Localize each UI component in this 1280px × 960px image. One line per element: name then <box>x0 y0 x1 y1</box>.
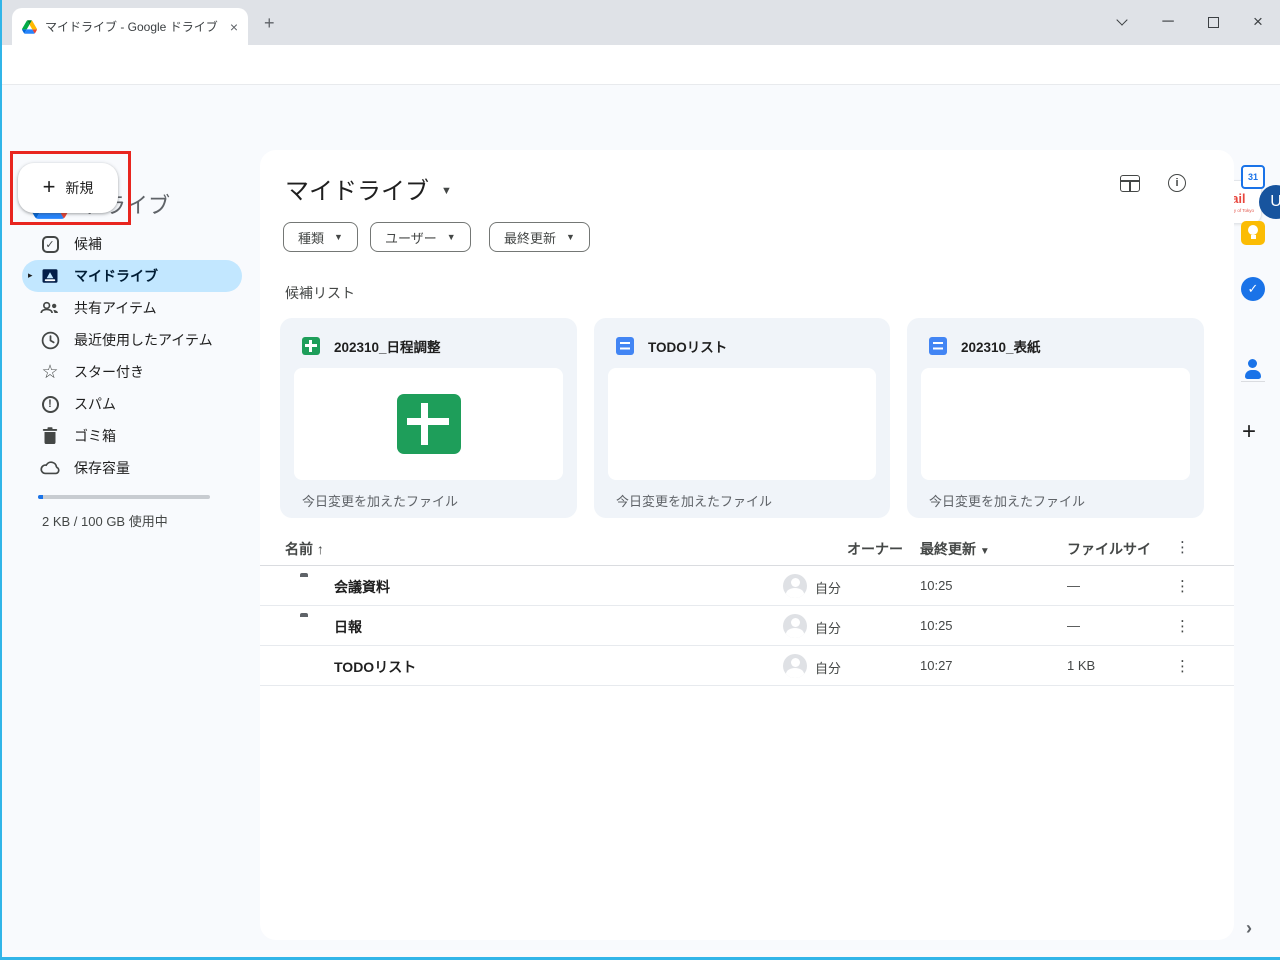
browser-tab[interactable]: マイドライブ - Google ドライブ × <box>12 8 248 45</box>
filter-chip-type[interactable]: 種類▼ <box>283 222 358 252</box>
list-grid-view-toggle-icon[interactable] <box>1120 175 1140 192</box>
chevron-down-icon: ▼ <box>334 232 343 242</box>
drive-favicon-icon <box>22 20 37 34</box>
details-info-icon[interactable]: i <box>1168 174 1186 192</box>
new-tab-button[interactable]: + <box>264 13 275 34</box>
suggestion-card[interactable]: 202310_表紙 今日変更を加えたファイル <box>907 318 1204 518</box>
row-menu-icon[interactable]: ⋮ <box>1175 617 1190 635</box>
red-annotation-box <box>10 151 131 225</box>
tasks-icon[interactable]: ✓ <box>1241 277 1265 301</box>
file-preview <box>608 368 876 480</box>
owner-avatar <box>783 574 807 598</box>
sheets-icon <box>302 337 320 355</box>
spam-icon: ! <box>40 394 60 414</box>
filter-chip-people[interactable]: ユーザー▼ <box>370 222 471 252</box>
sidebar-item-shared[interactable]: 共有アイテム <box>2 292 252 324</box>
sidebar-item-trash[interactable]: ゴミ箱 <box>2 420 252 452</box>
my-drive-icon <box>40 266 60 286</box>
column-header-name[interactable]: 名前 ↑ <box>285 539 324 559</box>
people-icon <box>40 298 60 318</box>
owner-avatar <box>783 654 807 678</box>
sheets-icon-large <box>397 394 461 454</box>
table-row[interactable]: TODOリスト 自分 10:27 1 KB ⋮ <box>260 646 1234 686</box>
suggestion-card[interactable]: 202310_日程調整 今日変更を加えたファイル <box>280 318 577 518</box>
star-icon: ☆ <box>40 362 60 382</box>
table-options-icon[interactable]: ⋮ <box>1175 538 1190 556</box>
sidebar-item-starred[interactable]: ☆ スター付き <box>2 356 252 388</box>
storage-progress-fill <box>38 495 43 499</box>
owner-avatar <box>783 614 807 638</box>
check-square-icon: ✓ <box>40 234 60 254</box>
rail-divider <box>1241 381 1265 382</box>
contacts-icon[interactable] <box>1241 357 1265 381</box>
sidebar-item-recent[interactable]: 最近使用したアイテム <box>2 324 252 356</box>
dropdown-caret-icon: ▼ <box>980 546 990 557</box>
docs-icon <box>616 337 634 355</box>
account-avatar[interactable]: U <box>1259 185 1280 219</box>
file-table-header: 名前 ↑ オーナー 最終更新 ▼ ファイルサイ ⋮ <box>260 530 1234 566</box>
window-minimize-button[interactable]: ─ <box>1154 10 1182 34</box>
hide-panel-chevron-icon[interactable]: › <box>1246 918 1252 939</box>
sidebar-item-spam[interactable]: ! スパム <box>2 388 252 420</box>
tab-strip: マイドライブ - Google ドライブ × + ─ × <box>2 0 1280 45</box>
window-maximize-button[interactable] <box>1199 10 1227 34</box>
main-content: マイドライブ ▼ i 種類▼ ユーザー▼ 最終更新▼ 候補リスト 202310_… <box>260 150 1234 940</box>
get-addons-plus-icon[interactable]: + <box>1242 418 1256 446</box>
drive-header: ドライブ ? ⚙ ECCS Cloud Mail Information Tec… <box>2 85 1280 150</box>
chevron-down-icon: ▼ <box>447 232 456 242</box>
storage-progress-bar <box>38 495 210 499</box>
table-row[interactable]: 会議資料 自分 10:25 — ⋮ <box>260 566 1234 606</box>
row-menu-icon[interactable]: ⋮ <box>1175 657 1190 675</box>
sidebar-item-suggested[interactable]: ✓ 候補 <box>2 228 252 260</box>
title-dropdown-caret-icon[interactable]: ▼ <box>441 185 452 197</box>
tab-title: マイドライブ - Google ドライブ <box>45 18 222 35</box>
column-header-modified[interactable]: 最終更新 ▼ <box>920 539 990 559</box>
keep-icon[interactable] <box>1241 221 1265 245</box>
suggestions-section-label: 候補リスト <box>285 283 355 303</box>
row-menu-icon[interactable]: ⋮ <box>1175 577 1190 595</box>
cloud-icon <box>40 458 60 478</box>
trash-icon <box>40 426 60 446</box>
browser-toolbar: ← → drive.google.com/drive/my-drive ⇗ ☆ … <box>2 45 1280 85</box>
docs-icon <box>929 337 947 355</box>
file-preview <box>294 368 563 480</box>
window-close-button[interactable]: × <box>1244 10 1272 34</box>
column-header-owner[interactable]: オーナー <box>847 539 903 559</box>
tab-close-icon[interactable]: × <box>230 19 238 35</box>
table-row[interactable]: 日報 自分 10:25 — ⋮ <box>260 606 1234 646</box>
file-preview <box>921 368 1190 480</box>
chevron-down-icon: ▼ <box>566 232 575 242</box>
calendar-icon[interactable]: 31 <box>1241 165 1265 189</box>
filter-chip-modified[interactable]: 最終更新▼ <box>489 222 590 252</box>
clock-icon <box>40 330 60 350</box>
sidebar-item-storage[interactable]: 保存容量 <box>2 452 252 484</box>
suggestion-card[interactable]: TODOリスト 今日変更を加えたファイル <box>594 318 890 518</box>
sidebar-item-my-drive[interactable]: マイドライブ <box>2 260 252 292</box>
page-title[interactable]: マイドライブ ▼ <box>285 171 452 206</box>
sort-ascending-icon: ↑ <box>317 541 324 557</box>
tab-search-chevron-icon[interactable] <box>1108 10 1136 34</box>
column-header-size[interactable]: ファイルサイ <box>1067 539 1151 559</box>
storage-usage-text: 2 KB / 100 GB 使用中 <box>42 511 168 530</box>
